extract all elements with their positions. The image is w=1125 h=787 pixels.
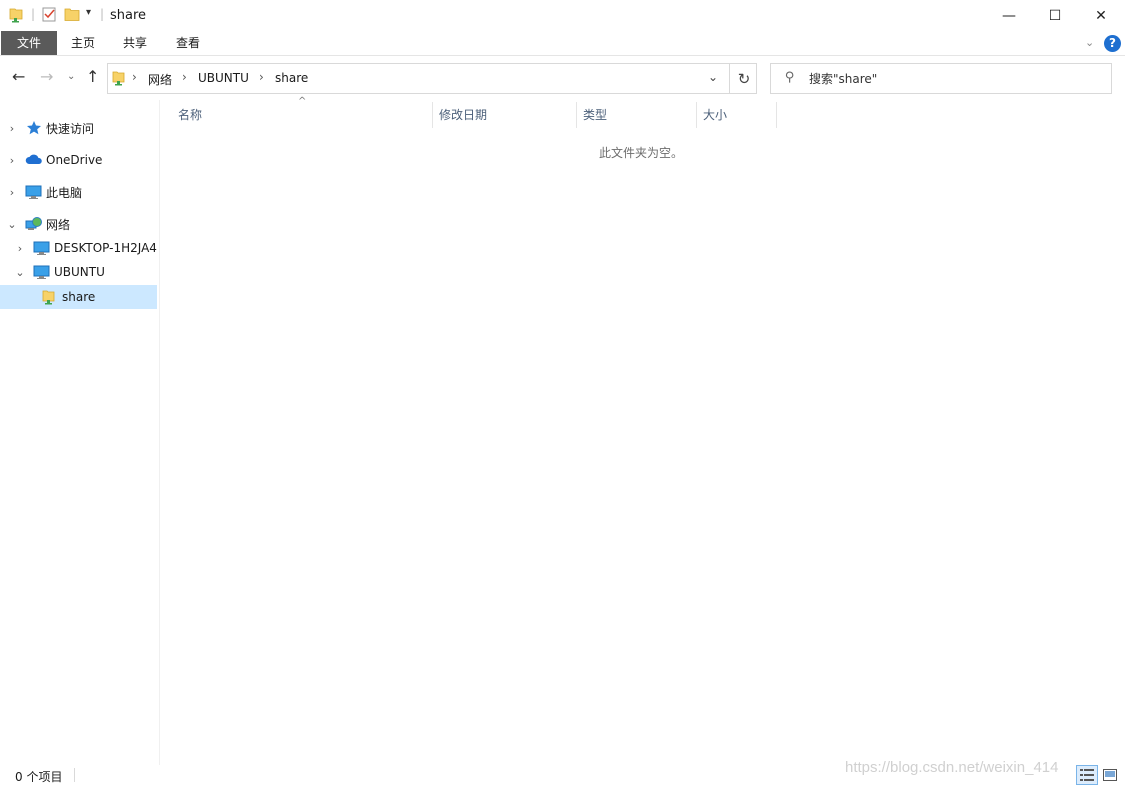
tab-view[interactable]: 查看 [169,31,207,55]
breadcrumb-separator: › [182,70,187,84]
tree-item-label: 网络 [46,217,71,232]
tree-item-share[interactable]: share [0,285,157,309]
column-header-date-modified[interactable]: 修改日期 [433,102,577,128]
address-dropdown-chevron-icon[interactable]: ⌄ [708,70,718,84]
tree-item-label: 快速访问 [46,121,95,136]
minimize-button[interactable]: — [986,0,1032,31]
close-button[interactable]: ✕ [1078,0,1124,31]
search-input[interactable] [809,65,1099,92]
ribbon: 文件 主页 共享 查看 ⌄ ? [0,31,1125,56]
tree-item-desktop[interactable]: › DESKTOP-1H2JA4 [0,236,157,260]
new-folder-icon[interactable] [64,7,80,22]
large-icons-view-icon [1103,769,1117,781]
tree-item-label: OneDrive [46,153,103,167]
watermark: https://blog.csdn.net/weixin_414 [845,759,1059,776]
quick-access-divider: | [31,7,36,21]
network-icon [25,216,42,232]
close-icon: ✕ [1095,7,1107,24]
maximize-icon: ☐ [1048,7,1062,24]
share-folder-icon [42,289,58,305]
tree-item-label: DESKTOP-1H2JA4 [54,241,157,255]
column-header-type[interactable]: 类型 [577,102,697,128]
item-count: 0 个项目 [15,770,63,784]
share-folder-icon [9,7,23,23]
details-view-icon [1080,769,1094,781]
chevron-right-icon[interactable]: › [14,242,26,255]
large-icons-view-button[interactable] [1099,765,1121,785]
tree-item-this-pc[interactable]: › 此电脑 [0,180,157,204]
tree-item-label: share [62,290,96,304]
help-icon[interactable]: ? [1104,35,1121,52]
status-divider [74,768,75,782]
chevron-right-icon[interactable]: › [6,122,18,135]
window-title: share [110,8,147,23]
refresh-icon: ↻ [737,69,751,88]
breadcrumb-network[interactable]: 网络 [148,71,172,88]
cloud-icon [25,152,42,168]
computer-icon [33,264,50,280]
tab-home[interactable]: 主页 [64,31,102,55]
forward-arrow-icon[interactable]: → [40,67,53,86]
minimize-icon: — [1002,7,1016,24]
properties-icon[interactable] [42,7,57,22]
tree-item-network[interactable]: ⌄ 网络 [0,212,157,236]
navigation-pane: › 快速访问 › OneDrive › 此电脑 ⌄ 网络 › DESKTOP-1… [0,100,160,765]
tree-item-quick-access[interactable]: › 快速访问 [0,116,157,140]
details-view-button[interactable] [1076,765,1098,785]
title-bar: | ▾ | share — ☐ ✕ [0,0,1125,31]
title-divider: | [100,7,105,21]
star-icon [26,120,42,136]
breadcrumb-separator: › [259,70,264,84]
column-header-size[interactable]: 大小 [697,102,777,128]
tree-item-ubuntu[interactable]: ⌄ UBUNTU [0,260,157,284]
file-list[interactable]: ^ 名称 修改日期 类型 大小 此文件夹为空。 [161,96,1125,765]
address-bar[interactable]: › 网络 › UBUNTU › share ⌄ ↻ [107,63,757,94]
chevron-down-icon[interactable]: ⌄ [6,218,18,231]
tab-file[interactable]: 文件 [1,31,57,55]
back-arrow-icon[interactable]: ← [12,67,25,86]
ribbon-expand-icon[interactable]: ⌄ [1085,36,1094,49]
computer-icon [33,240,50,256]
maximize-button[interactable]: ☐ [1032,0,1078,31]
tree-item-onedrive[interactable]: › OneDrive [0,148,157,172]
refresh-button[interactable]: ↻ [729,64,758,93]
column-header-name[interactable]: 名称 [172,102,433,128]
search-box[interactable]: ⚲ [770,63,1112,94]
tree-item-label: UBUNTU [54,265,105,279]
customize-toolbar-icon[interactable]: ▾ [86,7,91,18]
up-arrow-icon[interactable]: ↑ [86,67,99,86]
status-bar: 0 个项目 https://blog.csdn.net/weixin_414 [0,759,1125,787]
tree-item-label: 此电脑 [46,185,83,200]
chevron-right-icon[interactable]: › [6,154,18,167]
monitor-icon [25,184,42,200]
chevron-down-icon[interactable]: ⌄ [14,266,26,279]
chevron-right-icon[interactable]: › [6,186,18,199]
tab-share[interactable]: 共享 [116,31,154,55]
navigation-bar: ← → ⌄ ↑ › 网络 › UBUNTU › share ⌄ ↻ ⚲ [0,57,1125,99]
empty-folder-message: 此文件夹为空。 [599,146,684,160]
breadcrumb-separator: › [132,70,137,84]
recent-locations-chevron-icon[interactable]: ⌄ [67,71,75,82]
breadcrumb-ubuntu[interactable]: UBUNTU [198,71,249,85]
search-icon: ⚲ [785,70,795,85]
share-folder-icon [112,70,125,89]
breadcrumb-share[interactable]: share [275,71,308,85]
